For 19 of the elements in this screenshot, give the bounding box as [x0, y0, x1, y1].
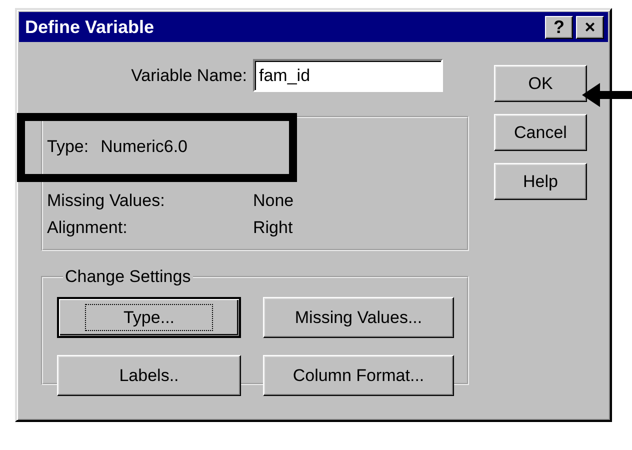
- dialog-button[interactable]: OK: [494, 65, 587, 102]
- dialog-button[interactable]: Help: [494, 163, 587, 200]
- title-bar-button[interactable]: ?: [545, 16, 573, 38]
- settings-button[interactable]: Type...: [57, 297, 241, 338]
- dialog-button[interactable]: Cancel: [494, 114, 587, 151]
- window-title: Define Variable: [25, 16, 156, 38]
- settings-button[interactable]: Missing Values...: [263, 297, 454, 338]
- property-label: Missing Values:: [47, 190, 166, 210]
- property-value: Numeric6.0: [100, 136, 188, 156]
- title-bar-button[interactable]: ×: [576, 16, 604, 38]
- group-legend: Change Settings: [63, 267, 193, 287]
- variable-name-field[interactable]: fam_id: [253, 59, 443, 92]
- field-label: Variable Name:: [130, 66, 248, 86]
- property-label: Alignment:: [47, 218, 128, 238]
- property-label: Type:: [47, 136, 89, 156]
- property-value: Right: [253, 218, 293, 238]
- settings-button[interactable]: Column Format...: [263, 355, 454, 396]
- settings-button[interactable]: Labels..: [57, 355, 241, 396]
- property-value: None: [253, 190, 294, 210]
